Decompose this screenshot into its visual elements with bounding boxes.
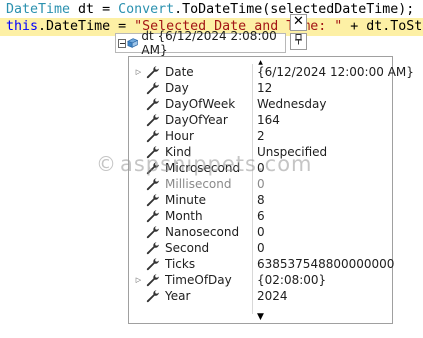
property-value[interactable]: {02:08:00}: [257, 273, 326, 287]
code-text: + dt.ToSt: [342, 19, 423, 34]
wrench-icon: [146, 194, 159, 207]
properties-popup[interactable]: ▲ ▷ Date {6/12/2024 12:00:00 AM} Day 12 DayOf…: [128, 56, 414, 324]
property-row[interactable]: Nanosecond 0: [129, 224, 392, 240]
wrench-icon: [146, 98, 159, 111]
property-name: Microsecond: [165, 161, 241, 175]
collapse-icon[interactable]: [118, 38, 127, 48]
type-token: Convert: [118, 2, 175, 17]
property-name: Date: [165, 65, 194, 79]
property-name: Minute: [165, 193, 206, 207]
property-row[interactable]: Second 0: [129, 240, 392, 256]
wrench-icon: [146, 130, 159, 143]
property-value[interactable]: 6: [257, 209, 265, 223]
close-icon[interactable]: ✕: [290, 14, 307, 31]
property-value[interactable]: 0: [257, 177, 265, 191]
type-token: DateTime: [6, 2, 71, 17]
property-name: Hour: [165, 129, 194, 143]
expand-arrow-icon[interactable]: ▷: [134, 68, 143, 76]
property-row[interactable]: Month 6: [129, 208, 392, 224]
wrench-icon: [146, 258, 159, 271]
code-text: .DateTime =: [38, 19, 135, 34]
property-name: DayOfWeek: [165, 97, 236, 111]
code-line-1: DateTime dt = Convert.ToDateTime(selecte…: [6, 1, 414, 19]
wrench-icon: [146, 146, 159, 159]
wrench-icon: [146, 226, 159, 239]
wrench-icon: [146, 274, 159, 287]
pin-glyph-svg: [295, 34, 302, 45]
property-row[interactable]: Year 2024: [129, 288, 392, 304]
datatip-header[interactable]: dt {6/12/2024 2:08:00 AM}: [115, 29, 286, 57]
property-name: Month: [165, 209, 203, 223]
property-row[interactable]: Hour 2: [129, 128, 392, 144]
scroll-down-icon[interactable]: ▼: [129, 312, 392, 322]
property-value[interactable]: 8: [257, 193, 265, 207]
property-row[interactable]: Minute 8: [129, 192, 392, 208]
wrench-icon: [146, 114, 159, 127]
wrench-icon: [146, 242, 159, 255]
property-row[interactable]: Ticks 638537548800000000: [129, 256, 394, 272]
property-row[interactable]: DayOfWeek Wednesday: [129, 96, 392, 112]
wrench-icon: [146, 66, 159, 79]
property-value[interactable]: 0: [257, 241, 265, 255]
property-value[interactable]: 2024: [257, 289, 288, 303]
wrench-icon: [146, 210, 159, 223]
property-row[interactable]: ▷ Date {6/12/2024 12:00:00 AM}: [129, 64, 414, 80]
property-name: TimeOfDay: [165, 273, 232, 287]
property-value[interactable]: Unspecified: [257, 145, 327, 159]
keyword-token: this: [6, 19, 39, 34]
property-name: Millisecond: [165, 177, 232, 191]
property-value[interactable]: 12: [257, 81, 272, 95]
property-row[interactable]: Microsecond 0: [129, 160, 392, 176]
property-value[interactable]: Wednesday: [257, 97, 326, 111]
wrench-icon: [146, 162, 159, 175]
property-name: Nanosecond: [165, 225, 240, 239]
property-value[interactable]: 0: [257, 225, 265, 239]
property-name: Year: [165, 289, 191, 303]
watermark-symbol: ©: [96, 152, 117, 176]
pin-icon[interactable]: [290, 33, 307, 50]
property-name: Kind: [165, 145, 192, 159]
wrench-icon: [146, 178, 159, 191]
property-row[interactable]: Day 12: [129, 80, 392, 96]
property-name: Ticks: [165, 257, 196, 271]
property-row[interactable]: ▷ TimeOfDay {02:08:00}: [129, 272, 392, 288]
property-value[interactable]: {6/12/2024 12:00:00 AM}: [257, 65, 414, 79]
property-name: Second: [165, 241, 210, 255]
property-value[interactable]: 164: [257, 113, 280, 127]
wrench-icon: [146, 290, 159, 303]
property-row[interactable]: DayOfYear 164: [129, 112, 392, 128]
property-value[interactable]: 0: [257, 161, 265, 175]
close-glyph: ✕: [293, 14, 304, 29]
property-name: DayOfYear: [165, 113, 228, 127]
property-value[interactable]: 638537548800000000: [257, 257, 394, 271]
wrench-icon: [146, 82, 159, 95]
property-name: Day: [165, 81, 189, 95]
expand-arrow-icon[interactable]: ▷: [134, 276, 143, 284]
object-icon: [127, 38, 139, 48]
property-value[interactable]: 2: [257, 129, 265, 143]
property-row[interactable]: Kind Unspecified: [129, 144, 392, 160]
property-row[interactable]: Millisecond 0: [129, 176, 392, 192]
code-text: dt =: [70, 2, 119, 17]
datatip-header-label: dt {6/12/2024 2:08:00 AM}: [141, 29, 277, 57]
